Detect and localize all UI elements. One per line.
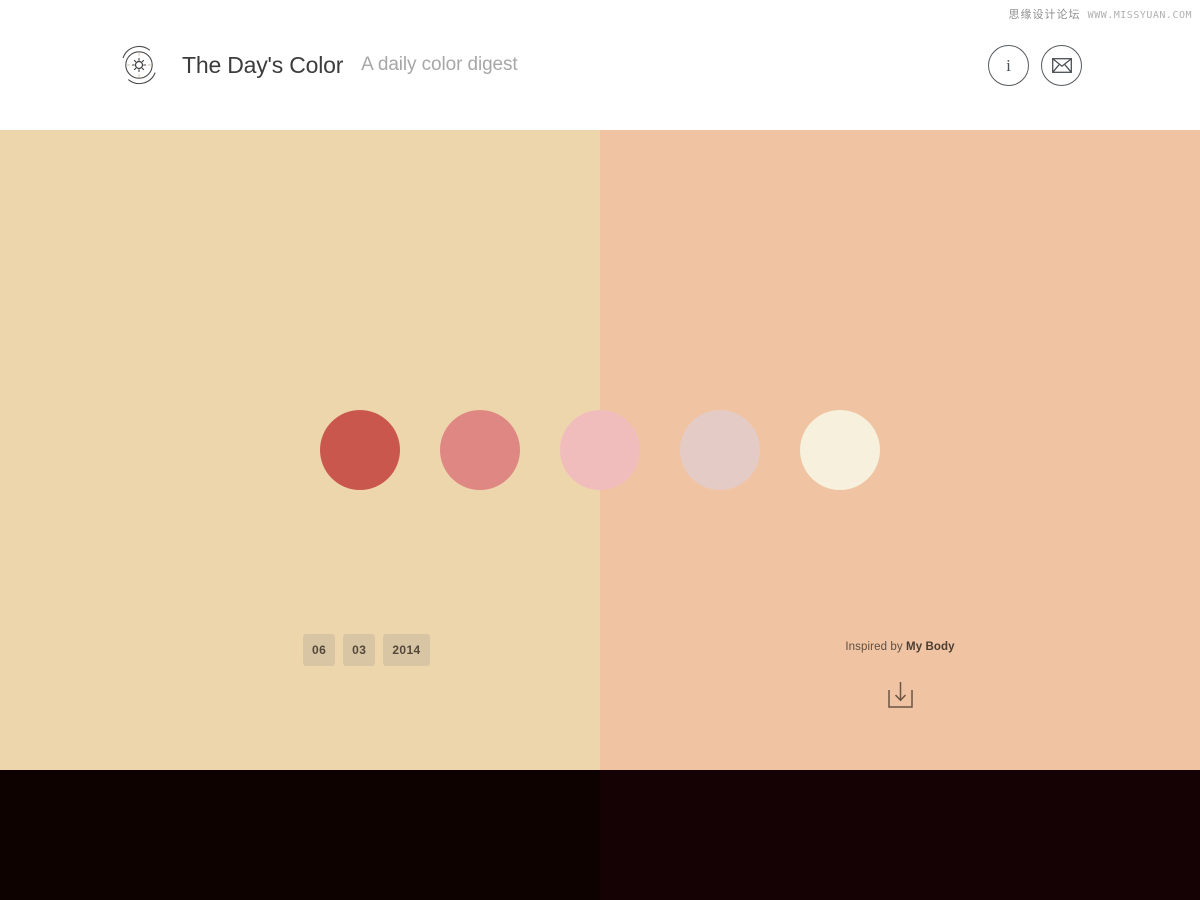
site-watermark: 思缘设计论坛 WWW.MISSYUAN.COM: [1009, 6, 1192, 22]
envelope-icon: [1051, 57, 1072, 73]
date-month[interactable]: 03: [343, 634, 376, 666]
swatch-4[interactable]: [680, 410, 760, 490]
swatch-2[interactable]: [440, 410, 520, 490]
color-stage: 06 03 2014 Inspired by My Body: [0, 130, 1200, 770]
header-actions: i: [988, 44, 1082, 86]
swatch-1[interactable]: [320, 410, 400, 490]
date-badges: 06 03 2014: [303, 634, 430, 666]
download-button[interactable]: [600, 681, 1200, 708]
mail-button[interactable]: [1041, 44, 1082, 86]
info-icon: i: [1006, 55, 1011, 75]
brand-tagline: A daily color digest: [361, 54, 518, 75]
brand-title: The Day's Color: [182, 51, 344, 78]
inspired-by: Inspired by My Body: [600, 641, 1200, 653]
footer-band-left: [0, 770, 600, 900]
page-root: 思缘设计论坛 WWW.MISSYUAN.COM The Day's Color …: [0, 0, 1200, 900]
watermark-chinese-text: 思缘设计论坛: [1008, 8, 1081, 21]
brand[interactable]: The Day's Color A daily color digest: [118, 44, 518, 86]
footer-band-right: [600, 770, 1200, 900]
swatch-5[interactable]: [800, 410, 880, 490]
date-day[interactable]: 06: [303, 634, 336, 666]
info-button[interactable]: i: [988, 44, 1029, 86]
inspired-prefix: Inspired by: [845, 641, 903, 653]
watermark-url: WWW.MISSYUAN.COM: [1087, 10, 1192, 21]
download-icon: [887, 682, 913, 708]
sun-logo-icon: [122, 45, 156, 85]
date-year[interactable]: 2014: [383, 634, 430, 666]
swatch-3[interactable]: [560, 410, 640, 490]
inspired-source-link[interactable]: My Body: [906, 641, 955, 653]
footer-band: [0, 770, 1200, 900]
